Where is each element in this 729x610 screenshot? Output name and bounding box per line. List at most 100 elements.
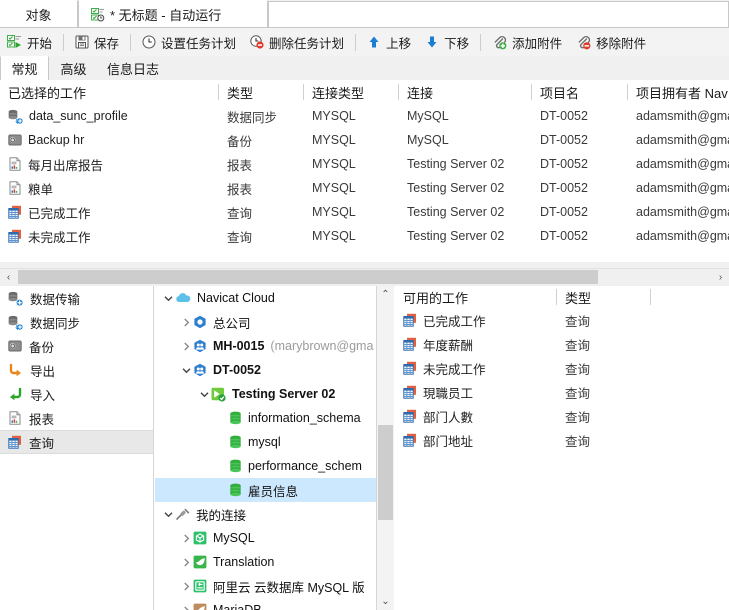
column-header-project[interactable]: 项目名	[532, 80, 627, 104]
backup-icon	[8, 133, 22, 147]
cell-owner-text: adamsmith@gma	[636, 133, 729, 147]
chevron-right-icon[interactable]	[179, 582, 193, 591]
category-item-label: 数据传输	[30, 292, 81, 307]
avail-cell-type: 查询	[557, 404, 650, 428]
category-item[interactable]: 查询	[0, 430, 153, 454]
scroll-left-arrow-icon[interactable]: ‹	[0, 269, 17, 285]
tab-general[interactable]: 常规	[0, 56, 49, 80]
cell-name-text: 未完成工作	[28, 230, 91, 245]
table-row[interactable]: 部门地址 查询	[395, 428, 729, 452]
tree-scrollbar-thumb[interactable]	[378, 425, 393, 520]
tree-node[interactable]: information_schema	[155, 406, 376, 430]
column-header-connection[interactable]: 连接	[399, 80, 531, 104]
table-row[interactable]: 已完成工作 查询 MYSQL Testing Server 02 DT-0052 adam…	[0, 200, 729, 224]
tree-node-label-wrap: 我的连接	[175, 505, 246, 524]
table-row[interactable]: 未完成工作 查询 MYSQL Testing Server 02 DT-0052 adam…	[0, 224, 729, 248]
category-item[interactable]: 数据同步	[0, 310, 153, 334]
table-row[interactable]: 年度薪酬 查询	[395, 332, 729, 356]
tree-node[interactable]: performance_schem	[155, 454, 376, 478]
horizontal-scrollbar-thumb[interactable]	[18, 270, 598, 284]
cell-owner: adamsmith@gma	[628, 152, 729, 176]
save-button[interactable]: 保存	[68, 30, 126, 54]
category-item[interactable]: 导出	[0, 358, 153, 382]
tree-node[interactable]: Testing Server 02	[155, 382, 376, 406]
tree-node[interactable]: mysql	[155, 430, 376, 454]
selected-jobs-header: 已选择的工作 类型 连接类型 连接 项目名 项目拥有者 Nav	[0, 80, 729, 104]
tree-node[interactable]: MariaDB	[155, 598, 376, 610]
chevron-down-icon[interactable]	[161, 294, 175, 303]
tree-node-label: MariaDB	[213, 603, 262, 610]
move-down-button[interactable]: 下移	[418, 30, 476, 54]
tree-node[interactable]: 雇员信息	[155, 478, 376, 502]
cell-conn-type-text: MYSQL	[312, 157, 356, 171]
category-item[interactable]: 导入	[0, 382, 153, 406]
tree-node[interactable]: MH-0015 (marybrown@gma	[155, 334, 376, 358]
horizontal-scrollbar[interactable]: ‹ ›	[0, 268, 729, 285]
remove-attachment-button[interactable]: 移除附件	[569, 30, 653, 54]
tab-advanced[interactable]: 高级	[49, 56, 98, 80]
avail-column-header-name[interactable]: 可用的工作	[395, 286, 556, 308]
avail-cell-type-text: 查询	[565, 362, 591, 377]
tab-automation[interactable]: * 无标题 - 自动运行	[78, 0, 268, 28]
table-row[interactable]: 粮单 报表 MYSQL Testing Server 02 DT-0052 adamsmi…	[0, 176, 729, 200]
scroll-right-arrow-icon[interactable]: ›	[712, 269, 729, 285]
table-row[interactable]: 部门人數 查询	[395, 404, 729, 428]
add-attachment-button[interactable]: 添加附件	[485, 30, 569, 54]
set-schedule-button[interactable]: 设置任务计划	[135, 30, 243, 54]
table-row[interactable]: Backup hr 备份 MYSQL MySQL DT-0052 adamsmith@gm…	[0, 128, 729, 152]
scroll-down-arrow-icon[interactable]: ⌄	[377, 593, 394, 610]
category-list: 数据传输数据同步 备份 导出 导入 报表 查询	[0, 286, 154, 610]
table-row[interactable]: 未完成工作 查询	[395, 356, 729, 380]
tree-node-label: MH-0015	[213, 339, 265, 353]
delete-schedule-button[interactable]: 删除任务计划	[243, 30, 351, 54]
cell-owner-text: adamsmith@gma	[636, 205, 729, 219]
category-item[interactable]: 数据传输	[0, 286, 153, 310]
tab-objects[interactable]: 对象	[0, 0, 78, 28]
chevron-right-icon[interactable]	[179, 558, 193, 567]
tree-node-label-wrap: MariaDB	[193, 603, 262, 610]
automation-window: 对象 * 无标题 - 自动运行 开始 保存 设置任务计划 删除任务计划 上移 下…	[0, 0, 729, 610]
avail-column-header-extra[interactable]	[651, 286, 729, 308]
tree-vertical-scrollbar[interactable]: ⌃ ⌄	[377, 286, 394, 610]
add-attachment-icon	[492, 35, 507, 50]
start-button[interactable]: 开始	[0, 30, 59, 54]
tree-node[interactable]: 我的连接	[155, 502, 376, 526]
chevron-right-icon[interactable]	[179, 318, 193, 327]
toolbar-separator-2	[130, 33, 132, 51]
cell-owner: adamsmith@gma	[628, 104, 729, 128]
category-item[interactable]: 备份	[0, 334, 153, 358]
available-jobs-header: 可用的工作 类型	[395, 286, 729, 308]
table-row[interactable]: data_sunc_profile 数据同步 MYSQL MySQL DT-0052 ad…	[0, 104, 729, 128]
cell-conn-type-text: MYSQL	[312, 229, 356, 243]
chevron-right-icon[interactable]	[179, 342, 193, 351]
cell-connection: Testing Server 02	[399, 152, 531, 176]
column-header-type[interactable]: 类型	[219, 80, 303, 104]
column-header-conn-type[interactable]: 连接类型	[304, 80, 398, 104]
tree-node[interactable]: 阿里云 云数据库 MySQL 版	[155, 574, 376, 598]
move-up-button[interactable]: 上移	[360, 30, 418, 54]
chevron-down-icon[interactable]	[179, 366, 193, 375]
column-header-name[interactable]: 已选择的工作	[0, 80, 218, 104]
scroll-up-arrow-icon[interactable]: ⌃	[377, 286, 394, 303]
tree-node[interactable]: 总公司	[155, 310, 376, 334]
tab-bar-empty-area	[268, 1, 729, 28]
table-row[interactable]: 已完成工作 查询	[395, 308, 729, 332]
avail-column-header-type[interactable]: 类型	[557, 286, 650, 308]
table-row[interactable]: 現職员工 查询	[395, 380, 729, 404]
column-header-owner[interactable]: 项目拥有者 Nav	[628, 80, 729, 104]
chevron-right-icon[interactable]	[179, 606, 193, 610]
cell-name: 每月出席报告	[0, 152, 218, 176]
chevron-right-icon[interactable]	[179, 534, 193, 543]
chevron-down-icon[interactable]	[197, 390, 211, 399]
project-icon	[193, 339, 207, 353]
tree-node[interactable]: Translation	[155, 550, 376, 574]
save-button-label: 保存	[94, 36, 120, 51]
category-item[interactable]: 报表	[0, 406, 153, 430]
cell-name: data_sunc_profile	[0, 104, 218, 128]
tab-info-log[interactable]: 信息日志	[98, 56, 168, 80]
chevron-down-icon[interactable]	[161, 510, 175, 519]
tree-node[interactable]: DT-0052	[155, 358, 376, 382]
table-row[interactable]: 每月出席报告 报表 MYSQL Testing Server 02 DT-0052 ada…	[0, 152, 729, 176]
tree-node[interactable]: Navicat Cloud	[155, 286, 376, 310]
tree-node[interactable]: MySQL	[155, 526, 376, 550]
